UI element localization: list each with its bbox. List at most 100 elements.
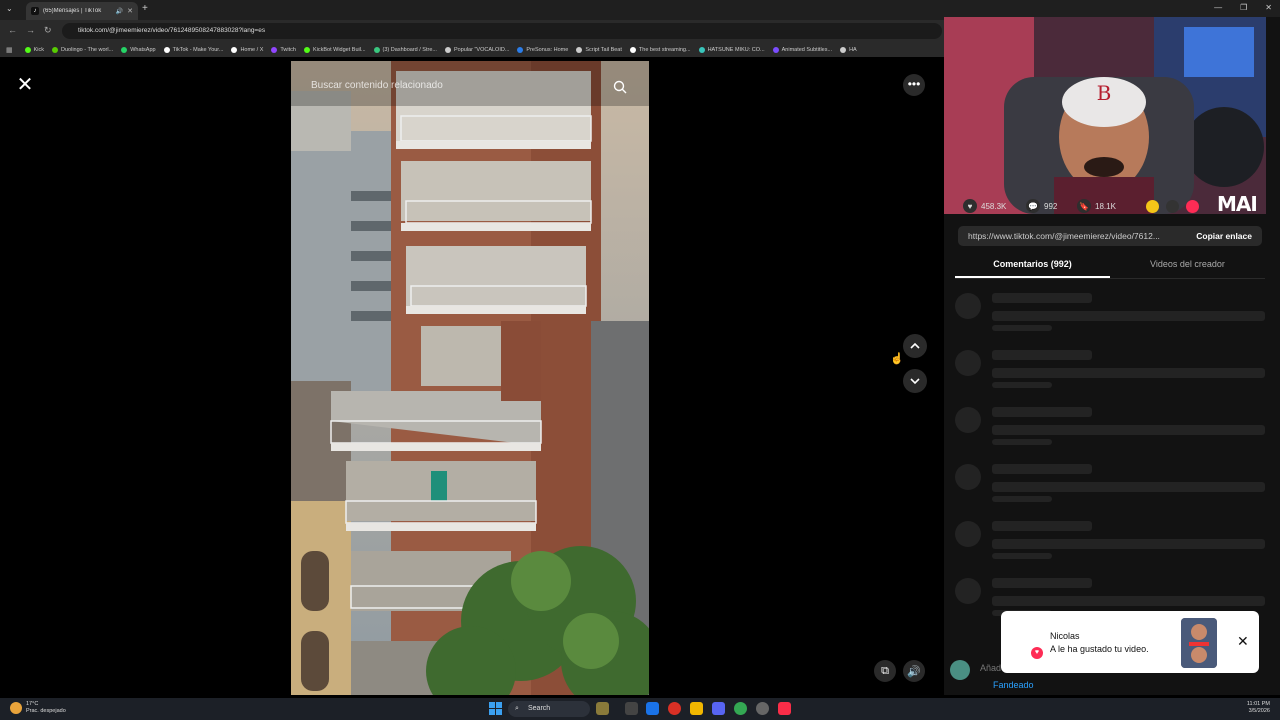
bookmark-label: Home / X bbox=[240, 46, 264, 53]
task-view-icon[interactable] bbox=[625, 702, 638, 715]
notification-name: Nicolas bbox=[1050, 631, 1080, 641]
audio-icon[interactable]: 🔊 bbox=[116, 8, 123, 15]
related-search-input[interactable]: Buscar contenido relacionado bbox=[311, 80, 443, 91]
skeleton-line bbox=[992, 350, 1092, 360]
bookmark-label: Kick bbox=[33, 46, 45, 53]
skeleton-line bbox=[992, 325, 1052, 331]
skeleton-line bbox=[992, 425, 1265, 435]
widget-icon[interactable] bbox=[596, 702, 609, 715]
weather-widget[interactable]: 17°C Prac. despejado bbox=[10, 701, 66, 715]
avatar bbox=[950, 660, 970, 680]
bookmark-item[interactable]: Kick bbox=[24, 46, 45, 53]
embed-icon[interactable] bbox=[1166, 200, 1179, 213]
bookmark-item[interactable]: The best streaming... bbox=[629, 46, 691, 53]
comment-button[interactable]: 💬 992 bbox=[1026, 199, 1057, 213]
close-window-button[interactable]: ✕ bbox=[1265, 3, 1272, 12]
bookmark-item[interactable]: WhatsApp bbox=[121, 46, 156, 53]
tab-comments[interactable]: Comentarios (992) bbox=[955, 259, 1110, 269]
bookmark-item[interactable]: (3) Dashboard / Stre... bbox=[373, 46, 437, 53]
bookmark-item[interactable]: Popular "VOCALOID... bbox=[444, 46, 509, 53]
bookmark-favicon-icon bbox=[163, 46, 170, 53]
skeleton-line bbox=[992, 311, 1265, 321]
maximize-button[interactable]: ❐ bbox=[1240, 3, 1247, 12]
bookmark-item[interactable]: Home / X bbox=[231, 46, 264, 53]
skeleton-line bbox=[992, 293, 1092, 303]
comment-input[interactable]: Añad bbox=[980, 663, 1001, 673]
taskbar-search[interactable]: ⌕ Search bbox=[508, 701, 590, 717]
more-options-button[interactable]: ••• bbox=[903, 74, 925, 96]
commenter-username[interactable]: Fandeado bbox=[993, 680, 1034, 690]
close-video-button[interactable]: ✕ bbox=[14, 74, 36, 96]
tab-creator-videos[interactable]: Videos del creador bbox=[1110, 259, 1265, 269]
video-frame-building bbox=[291, 61, 649, 695]
bookmark-icon: 🔖 bbox=[1077, 199, 1091, 213]
bookmark-item[interactable]: HATSUNE MIKU: CO... bbox=[698, 46, 765, 53]
skeleton-line bbox=[992, 539, 1265, 549]
skeleton-line bbox=[992, 382, 1052, 388]
comment-icon: 💬 bbox=[1026, 199, 1040, 213]
discord-icon[interactable] bbox=[712, 702, 725, 715]
file-explorer-icon[interactable] bbox=[690, 702, 703, 715]
bookmark-item[interactable]: TikTok - Make Your... bbox=[163, 46, 224, 53]
share-link-text[interactable]: https://www.tiktok.com/@jimeemierez/vide… bbox=[968, 231, 1178, 241]
start-button[interactable] bbox=[489, 702, 502, 715]
bookmark-label: HATSUNE MIKU: CO... bbox=[707, 46, 765, 53]
previous-video-button[interactable] bbox=[903, 334, 927, 358]
close-icon[interactable]: ✕ bbox=[1237, 633, 1249, 650]
next-video-button[interactable] bbox=[903, 369, 927, 393]
bookmark-item[interactable]: HA bbox=[840, 46, 857, 53]
skeleton-avatar bbox=[955, 293, 981, 319]
bookmark-item[interactable]: Twitch bbox=[271, 46, 296, 53]
notification-thumbnail bbox=[1181, 618, 1217, 668]
bookmark-label: The best streaming... bbox=[638, 46, 691, 53]
bookmark-item[interactable]: Animated Subtitles... bbox=[772, 46, 833, 53]
apps-grid-icon[interactable]: ▦ bbox=[6, 46, 13, 54]
music-app-icon[interactable] bbox=[778, 702, 791, 715]
bookmark-label: TikTok - Make Your... bbox=[172, 46, 224, 53]
tab-close-icon[interactable]: ✕ bbox=[127, 7, 133, 15]
bookmark-item[interactable]: KickBot Widget Buil... bbox=[303, 46, 366, 53]
bookmark-item[interactable]: Script Tail Beat bbox=[576, 46, 622, 53]
bookmark-favicon-icon bbox=[303, 46, 310, 53]
bookmark-label: Animated Subtitles... bbox=[781, 46, 833, 53]
search-icon[interactable] bbox=[613, 80, 627, 94]
skeleton-avatar bbox=[955, 350, 981, 376]
browser-tab[interactable]: ♪ (65)Mensajes | TikTok 🔊 ✕ bbox=[26, 2, 138, 20]
bookmark-favicon-icon bbox=[840, 46, 847, 53]
windows-taskbar: 17°C Prac. despejado ⌕ Search 11:01 PM 3… bbox=[0, 698, 1280, 720]
bookmark-item[interactable]: PreSonus: Home bbox=[517, 46, 569, 53]
minimize-button[interactable]: — bbox=[1214, 3, 1222, 12]
bookmark-favicon-icon bbox=[271, 46, 278, 53]
save-button[interactable]: 🔖 18.1K bbox=[1077, 199, 1116, 213]
tab-search-icon[interactable]: ⌄ bbox=[6, 4, 13, 13]
bookmark-favicon-icon bbox=[629, 46, 636, 53]
skeleton-line bbox=[992, 496, 1052, 502]
bookmark-label: PreSonus: Home bbox=[526, 46, 569, 53]
emoji-share-icon[interactable] bbox=[1146, 200, 1159, 213]
bookmark-item[interactable]: Duolingo - The worl... bbox=[52, 46, 113, 53]
url-field[interactable]: tiktok.com/@jimeemierez/video/7612489508… bbox=[62, 23, 942, 39]
volume-icon[interactable]: 🔊 bbox=[903, 660, 925, 682]
system-clock[interactable]: 11:01 PM 3/5/2026 bbox=[1247, 701, 1270, 715]
bookmark-favicon-icon bbox=[576, 46, 583, 53]
comment-skeleton-row bbox=[955, 293, 1265, 343]
send-icon[interactable] bbox=[1186, 200, 1199, 213]
forward-button[interactable]: → bbox=[26, 25, 35, 35]
chrome-icon[interactable] bbox=[668, 702, 681, 715]
back-button[interactable]: ← bbox=[8, 25, 17, 35]
video-player[interactable] bbox=[291, 61, 649, 695]
picture-in-picture-icon[interactable]: ⧉ bbox=[874, 660, 896, 682]
like-count: 458.3K bbox=[981, 201, 1007, 211]
like-notification-toast[interactable]: ♥ Nicolas A le ha gustado tu video. ✕ bbox=[1001, 611, 1259, 673]
tab-title: (65)Mensajes | TikTok bbox=[43, 8, 102, 14]
settings-icon[interactable] bbox=[756, 702, 769, 715]
copy-link-button[interactable]: Copiar enlace bbox=[1196, 231, 1252, 241]
like-button[interactable]: ♥ 458.3K bbox=[963, 199, 1006, 213]
bookmarks-bar: ▦ Kick Duolingo - The worl... WhatsApp TikTo… bbox=[0, 42, 944, 57]
new-tab-button[interactable]: + bbox=[142, 3, 148, 14]
bookmark-favicon-icon bbox=[698, 46, 705, 53]
taskbar-search-label: Search bbox=[528, 705, 551, 712]
reload-button[interactable]: ↻ bbox=[44, 25, 52, 36]
edge-icon[interactable] bbox=[646, 702, 659, 715]
browser-icon[interactable] bbox=[734, 702, 747, 715]
